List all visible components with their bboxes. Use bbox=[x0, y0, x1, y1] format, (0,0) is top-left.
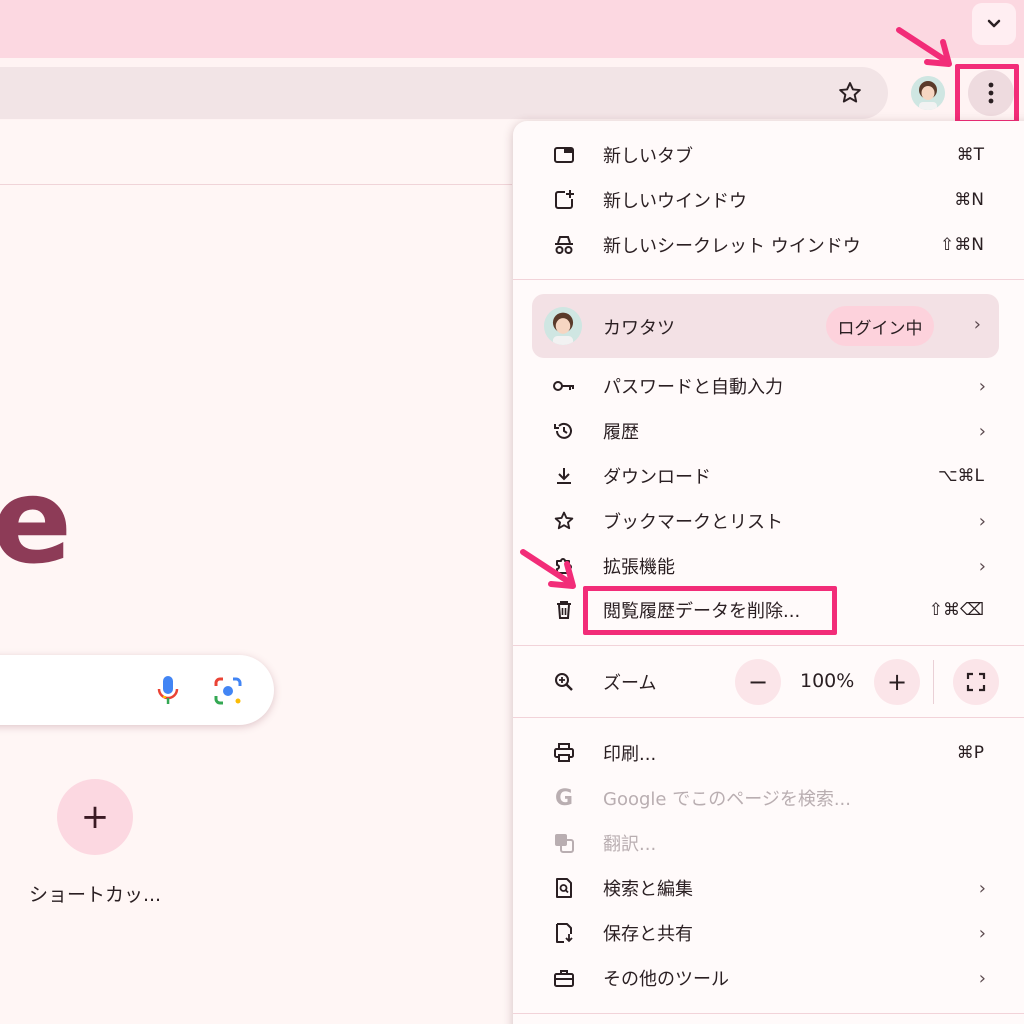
menu-item-new-tab[interactable]: 新しいタブ ⌘T bbox=[513, 133, 1024, 177]
avatar bbox=[544, 307, 582, 345]
incognito-icon bbox=[551, 232, 577, 258]
history-icon bbox=[551, 418, 577, 444]
pointer-arrow-icon bbox=[896, 27, 952, 67]
menu-item-label: パスワードと自動入力 bbox=[603, 377, 783, 398]
chevron-right-icon: › bbox=[978, 420, 986, 442]
menu-item-print[interactable]: 印刷... ⌘P bbox=[513, 731, 1024, 775]
menu-separator bbox=[513, 717, 1024, 718]
menu-item-label: その他のツール bbox=[603, 969, 729, 990]
menu-item-new-window[interactable]: 新しいウインドウ ⌘N bbox=[513, 178, 1024, 222]
menu-item-label: 翻訳... bbox=[603, 834, 657, 855]
chevron-right-icon: › bbox=[978, 877, 986, 899]
chevron-right-icon: › bbox=[978, 555, 986, 577]
menu-item-label: 保存と共有 bbox=[603, 924, 693, 945]
chevron-right-icon: › bbox=[978, 510, 986, 532]
bookmark-star-icon[interactable] bbox=[836, 79, 864, 107]
tab-search-button[interactable] bbox=[972, 3, 1016, 45]
star-icon bbox=[551, 508, 577, 534]
google-logo: e bbox=[0, 452, 73, 590]
toolbar bbox=[0, 58, 1024, 120]
menu-item-label: 拡張機能 bbox=[603, 557, 675, 578]
menu-item-new-incognito[interactable]: 新しいシークレット ウインドウ ⇧⌘N bbox=[513, 223, 1024, 267]
zoom-divider bbox=[933, 660, 934, 704]
add-shortcut-button[interactable]: + bbox=[57, 779, 133, 855]
menu-item-passwords[interactable]: パスワードと自動入力 › bbox=[513, 364, 1024, 408]
menu-item-label: 印刷... bbox=[603, 744, 657, 765]
signed-in-badge: ログイン中 bbox=[826, 306, 934, 346]
profile-name: カワタツ bbox=[603, 318, 675, 339]
ntp-divider bbox=[0, 184, 512, 185]
menu-item-label: 新しいタブ bbox=[603, 146, 693, 167]
shortcut-label: ショートカッ... bbox=[28, 884, 162, 906]
menu-separator bbox=[513, 645, 1024, 646]
menu-item-label: Google でこのページを検索... bbox=[603, 789, 852, 810]
shortcut-text: ⌘N bbox=[954, 190, 984, 210]
menu-separator bbox=[513, 1013, 1024, 1014]
chrome-menu: 新しいタブ ⌘T 新しいウインドウ ⌘N 新しいシークレット ウインドウ ⇧⌘N… bbox=[513, 121, 1024, 1024]
zoom-icon bbox=[551, 669, 577, 695]
toolbox-icon bbox=[551, 965, 577, 991]
chevron-right-icon: › bbox=[973, 314, 981, 335]
chevron-right-icon: › bbox=[978, 375, 986, 397]
menu-item-extensions[interactable]: 拡張機能 › bbox=[513, 544, 1024, 588]
menu-item-translate: 翻訳... bbox=[513, 821, 1024, 865]
profile-avatar-button[interactable] bbox=[911, 76, 945, 110]
google-g-icon: G bbox=[554, 785, 574, 811]
fullscreen-button[interactable] bbox=[953, 659, 999, 705]
zoom-in-button[interactable]: + bbox=[874, 659, 920, 705]
shortcut-text: ⌘T bbox=[956, 145, 984, 165]
zoom-out-button[interactable]: − bbox=[735, 659, 781, 705]
shortcut-text: ⌘P bbox=[956, 743, 984, 763]
chevron-down-icon bbox=[987, 19, 1001, 28]
menu-item-label: 履歴 bbox=[603, 422, 639, 443]
new-tab-icon bbox=[551, 142, 577, 168]
menu-separator bbox=[513, 279, 1024, 280]
menu-item-google-search-page: G Google でこのページを検索... bbox=[513, 776, 1024, 820]
menu-item-label: ズーム bbox=[603, 673, 657, 694]
menu-item-history[interactable]: 履歴 › bbox=[513, 409, 1024, 453]
tab-strip bbox=[0, 0, 1024, 58]
menu-item-search-edit[interactable]: 検索と編集 › bbox=[513, 866, 1024, 910]
pointer-arrow-icon bbox=[520, 549, 576, 589]
voice-search-icon[interactable] bbox=[154, 674, 182, 706]
menu-item-label: 新しいウインドウ bbox=[603, 191, 747, 212]
find-in-page-icon bbox=[551, 875, 577, 901]
menu-item-downloads[interactable]: ダウンロード ⌥⌘L bbox=[513, 454, 1024, 498]
new-window-icon bbox=[551, 187, 577, 213]
menu-item-label: 検索と編集 bbox=[603, 879, 693, 900]
printer-icon bbox=[551, 740, 577, 766]
chevron-right-icon: › bbox=[978, 967, 986, 989]
menu-item-more-tools[interactable]: その他のツール › bbox=[513, 956, 1024, 1000]
menu-item-profile[interactable]: カワタツ ログイン中 › bbox=[532, 294, 999, 358]
menu-item-save-share[interactable]: 保存と共有 › bbox=[513, 911, 1024, 955]
shortcut-text: ⇧⌘N bbox=[940, 235, 984, 255]
shortcut-text: ⇧⌘⌫ bbox=[928, 600, 984, 620]
key-icon bbox=[551, 373, 577, 399]
shortcut-text: ⌥⌘L bbox=[937, 466, 984, 486]
google-lens-icon[interactable] bbox=[212, 676, 244, 706]
zoom-level: 100% bbox=[800, 670, 855, 692]
menu-button-highlight bbox=[955, 64, 1019, 125]
save-share-icon bbox=[551, 920, 577, 946]
clear-data-highlight bbox=[583, 586, 837, 635]
address-bar[interactable] bbox=[0, 67, 888, 119]
menu-item-label: ダウンロード bbox=[603, 467, 711, 488]
fullscreen-icon bbox=[966, 672, 986, 692]
menu-item-label: 新しいシークレット ウインドウ bbox=[603, 236, 861, 257]
translate-icon bbox=[551, 830, 577, 856]
trash-icon bbox=[551, 597, 577, 623]
menu-item-label: ブックマークとリスト bbox=[603, 512, 783, 533]
download-icon bbox=[551, 463, 577, 489]
menu-item-bookmarks[interactable]: ブックマークとリスト › bbox=[513, 499, 1024, 543]
chevron-right-icon: › bbox=[978, 922, 986, 944]
